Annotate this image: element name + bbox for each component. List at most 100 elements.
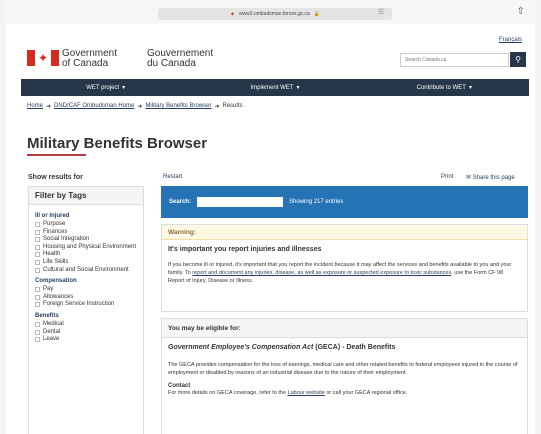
checkbox-icon	[35, 302, 40, 308]
results-search-bar: Search: Showing 217 entries	[161, 186, 528, 218]
search-label: Search:	[169, 199, 192, 205]
filter-checkbox[interactable]: Medical	[35, 321, 137, 329]
filter-checkbox[interactable]: Leave	[35, 336, 137, 344]
filter-list: Ill or Injured Purpose Finances Social Inte…	[29, 205, 143, 348]
filter-checkbox[interactable]: Life Skills	[35, 259, 137, 267]
checkbox-icon	[35, 267, 40, 273]
language-toggle-link[interactable]: Français	[499, 37, 522, 43]
filter-checkbox[interactable]: Social Integration	[35, 236, 137, 244]
breadcrumb-benefits-browser[interactable]: Military Benefits Browser	[145, 103, 211, 110]
breadcrumb-separator-icon: ➜	[214, 104, 220, 110]
share-icon[interactable]: ⇧	[517, 6, 525, 17]
print-link[interactable]: Print	[441, 174, 453, 180]
filter-label: Purpose	[43, 221, 66, 227]
checkbox-icon	[35, 329, 40, 335]
filter-checkbox[interactable]: Health	[35, 251, 137, 259]
government-wordmark-fr[interactable]: Gouvernement du Canada	[147, 49, 213, 69]
filter-label: Medical	[43, 320, 64, 327]
filter-group-title: Compensation	[35, 278, 77, 285]
breadcrumb-separator-icon: ➜	[46, 104, 52, 110]
checkbox-icon	[35, 287, 40, 293]
checkbox-icon	[35, 337, 40, 343]
filter-checkbox[interactable]: Finances	[35, 229, 137, 237]
checkbox-icon	[35, 294, 40, 300]
chevron-down-icon: ▾	[122, 85, 126, 91]
warning-panel: Warning: It's important you report injur…	[161, 224, 528, 312]
filter-checkbox[interactable]: Foreign Service Instruction	[35, 301, 137, 309]
menu-label: Contribute to WET	[416, 84, 466, 91]
checkbox-icon	[35, 321, 40, 327]
checkbox-icon	[35, 237, 40, 243]
checkbox-icon	[35, 259, 40, 265]
checkbox-icon	[35, 222, 40, 227]
canada-flag-icon: ✦	[27, 50, 59, 66]
filter-label: Housing and Physical Environment	[43, 243, 137, 250]
page-title: Military Benefits Browser	[27, 135, 208, 152]
filter-label: Life Skills	[43, 258, 69, 265]
browser-window: ✦ www3.ombudsman.forces.gc.ca 🔒 ☰ ⇧ Fran…	[6, 0, 535, 434]
breadcrumb-home[interactable]: Home	[27, 103, 43, 110]
filter-checkbox[interactable]: Dental	[35, 329, 137, 337]
breadcrumb: Home ➜ DND/CAF Ombudsman Home ➜ Military…	[27, 103, 243, 110]
address-text: www3.ombudsman.forces.gc.ca	[238, 11, 310, 17]
main-menu: WET project ▾ Implement WET ▾ Contribute…	[21, 79, 529, 96]
breadcrumb-ombudsman-home[interactable]: DND/CAF Ombudsman Home	[54, 103, 134, 110]
chevron-down-icon: ▾	[296, 85, 300, 91]
filter-checkbox[interactable]: Pay	[35, 286, 137, 294]
address-bar[interactable]: ✦ www3.ombudsman.forces.gc.ca 🔒	[158, 8, 392, 20]
filter-group-title: Ill or Injured	[35, 213, 70, 219]
filter-label: Health	[43, 251, 61, 258]
search-icon: ⚲	[515, 55, 521, 64]
share-label: Share this page	[472, 175, 515, 181]
warning-header: Warning:	[162, 225, 527, 240]
maple-leaf-icon: ✦	[229, 11, 235, 18]
report-injury-link[interactable]: report and document any injuries, diseas…	[192, 270, 451, 276]
filter-checkbox[interactable]: Allowances	[35, 294, 137, 302]
search-button[interactable]: ⚲	[510, 52, 526, 67]
filter-checkbox[interactable]: Cultural and Social Environment	[35, 267, 137, 275]
gov-en-line2: of Canada	[62, 58, 109, 69]
filter-checkbox[interactable]: Housing and Physical Environment	[35, 244, 137, 252]
checkbox-icon	[35, 229, 40, 235]
reader-icon[interactable]: ☰	[378, 8, 384, 16]
results-count: Showing 217 entries	[289, 199, 344, 205]
filter-panel-title: Filter by Tags	[29, 187, 143, 205]
show-results-heading: Show results for	[28, 174, 83, 181]
breadcrumb-current: Results	[222, 103, 243, 109]
filter-panel: Filter by Tags Ill or Injured Purpose Fina…	[28, 186, 144, 434]
eligible-header: You may be eligible for:	[162, 319, 527, 338]
menu-label: WET project	[86, 84, 120, 91]
checkbox-icon	[35, 252, 40, 258]
filter-label: Dental	[43, 328, 61, 335]
filter-label: Allowances	[43, 293, 74, 300]
filter-label: Social Integration	[43, 236, 90, 243]
contact-text: For more details on GECA coverage, refer…	[168, 390, 408, 396]
geca-benefit-title: Government Employee's Compensation Act (…	[168, 344, 396, 351]
chevron-down-icon: ▾	[468, 85, 472, 91]
eligible-panel: You may be eligible for: Government Empl…	[161, 318, 528, 434]
menu-label: Implement WET	[250, 84, 294, 91]
menu-item-implement-wet[interactable]: Implement WET ▾	[190, 79, 359, 96]
menu-item-wet-project[interactable]: WET project ▾	[21, 79, 190, 96]
warning-text: If you become ill or injured, it's impor…	[168, 262, 512, 284]
filter-label: Finances	[43, 228, 68, 235]
filter-group-title: Benefits	[35, 312, 59, 319]
share-icon: ✉	[466, 175, 472, 181]
labour-website-link[interactable]: Labour website	[288, 390, 325, 396]
warning-title: It's important you report injuries and i…	[168, 246, 322, 253]
results-search-input[interactable]	[197, 197, 284, 207]
checkbox-icon	[35, 244, 40, 250]
filter-label: Pay	[43, 286, 54, 293]
lock-icon: 🔒	[313, 11, 321, 17]
filter-label: Cultural and Social Environment	[43, 266, 129, 273]
geca-description: The GECA provides compensation for the l…	[168, 362, 518, 376]
restart-link[interactable]: Restart	[163, 174, 182, 180]
site-search-input[interactable]	[400, 53, 509, 67]
menu-item-contribute-to-wet[interactable]: Contribute to WET ▾	[360, 79, 529, 96]
share-link[interactable]: ✉ Share this page	[466, 174, 515, 181]
breadcrumb-separator-icon: ➜	[137, 104, 143, 110]
government-wordmark-en[interactable]: Government of Canada	[62, 49, 117, 69]
filter-checkbox[interactable]: Purpose	[35, 221, 137, 229]
browser-toolbar: ✦ www3.ombudsman.forces.gc.ca 🔒 ☰ ⇧	[6, 0, 535, 24]
filter-label: Foreign Service Instruction	[43, 301, 115, 308]
